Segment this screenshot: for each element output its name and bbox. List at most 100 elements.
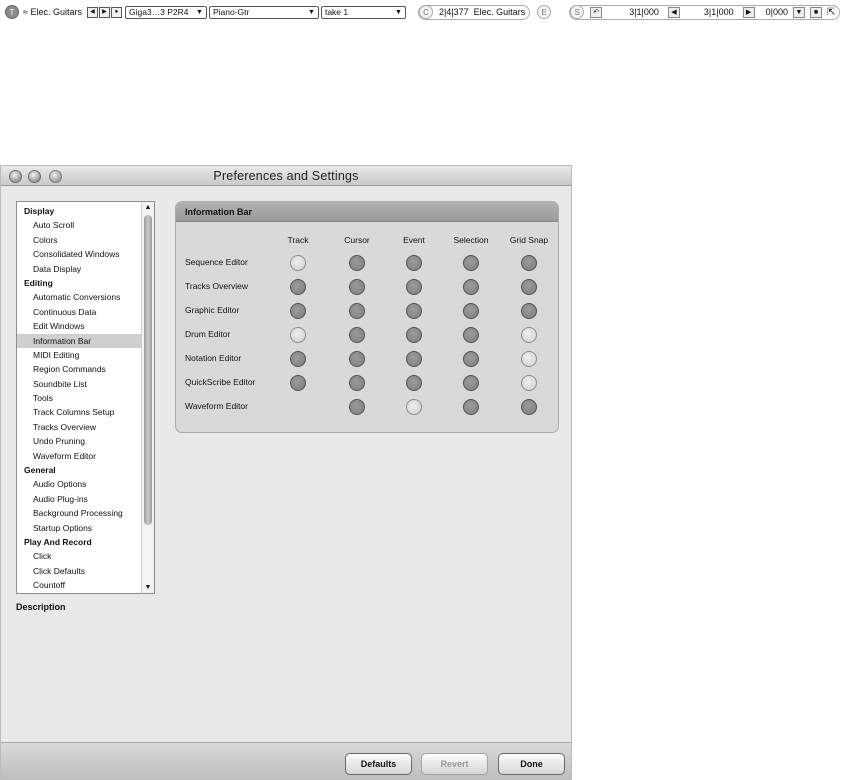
toggle-radio-button[interactable] [463, 255, 479, 271]
toggle-radio-button[interactable] [349, 303, 365, 319]
toggle-radio-button[interactable] [463, 303, 479, 319]
toggle-radio-button[interactable] [349, 327, 365, 343]
category-item[interactable]: Edit Windows [17, 319, 141, 333]
edit-section-button[interactable]: E [537, 5, 552, 19]
row-label: Waveform Editor [185, 401, 248, 411]
category-item[interactable]: Waveform Editor [17, 449, 141, 463]
done-button[interactable]: Done [498, 753, 565, 775]
category-item[interactable]: Information Bar [17, 333, 141, 348]
selection-length: 0|000 [765, 7, 788, 17]
toggle-radio-button[interactable] [521, 255, 537, 271]
track-section-button[interactable]: T [5, 5, 19, 19]
toggle-radio-button[interactable] [406, 351, 422, 367]
panel-title: Information Bar [176, 202, 558, 222]
category-item[interactable]: Audio Options [17, 477, 141, 491]
category-item[interactable]: Countoff [17, 578, 141, 592]
row-label: Sequence Editor [185, 257, 248, 267]
revert-button[interactable]: Revert [421, 753, 488, 775]
category-item[interactable]: Region Commands [17, 362, 141, 376]
toggle-radio-button[interactable] [406, 279, 422, 295]
arrow-left-icon[interactable]: ◀ [667, 6, 680, 18]
category-item[interactable]: Audio Plug-ins [17, 492, 141, 506]
category-item[interactable]: Data Display [17, 262, 141, 276]
category-item[interactable]: MIDI Editing [17, 348, 141, 362]
row-label: QuickScribe Editor [185, 377, 256, 387]
category-item[interactable]: Undo Pruning [17, 434, 141, 448]
row-label: Notation Editor [185, 353, 242, 363]
toggle-radio-button[interactable] [406, 327, 422, 343]
toggle-radio-button[interactable] [349, 255, 365, 271]
cursor-section-button[interactable]: C [418, 5, 433, 19]
toggle-radio-button[interactable] [521, 399, 537, 415]
toggle-radio-button[interactable] [349, 399, 365, 415]
toggle-radio-button[interactable] [521, 327, 537, 343]
category-item[interactable]: Track Columns Setup [17, 405, 141, 419]
category-item[interactable]: Colors [17, 233, 141, 247]
category-item[interactable]: Click [17, 549, 141, 563]
category-item[interactable]: Automatic Conversions [17, 290, 141, 304]
toggle-radio-button[interactable] [521, 279, 537, 295]
patch-value: Giga3…3 P2R4 [128, 7, 189, 17]
undo-selection-icon[interactable]: ↶ [590, 6, 603, 18]
category-item[interactable]: Click Defaults [17, 564, 141, 578]
toggle-radio-button[interactable] [349, 279, 365, 295]
toggle-radio-button[interactable] [349, 351, 365, 367]
toggle-radio-button[interactable] [521, 351, 537, 367]
toggle-radio-button[interactable] [406, 255, 422, 271]
selection-section: S ↶ 3|1|000 ◀ 3|1|000 ▶ 0|000 ▼ ■ ⇱ [569, 4, 841, 20]
toggle-radio-button[interactable] [463, 375, 479, 391]
row-label: Graphic Editor [185, 305, 240, 315]
chevron-down-icon[interactable]: ▼ [792, 6, 805, 18]
category-item[interactable]: Background Processing [17, 506, 141, 520]
category-item[interactable]: Continuous Data [17, 305, 141, 319]
toggle-radio-button[interactable] [290, 303, 306, 319]
selection-section-button[interactable]: S [570, 5, 585, 19]
toggle-radio-button[interactable] [463, 327, 479, 343]
preferences-category-list[interactable]: Display Auto Scroll Colors Consolidated Win… [16, 201, 155, 594]
cursor-position: 2|4|377 [438, 7, 469, 17]
take-value: take 1 [324, 7, 349, 17]
category-item[interactable]: Soundbite List [17, 377, 141, 391]
selection-start: 3|1|000 [629, 7, 659, 17]
column-header: Grid Snap [509, 235, 549, 245]
category-item[interactable]: Tracks Overview [17, 420, 141, 434]
scrollbar-thumb[interactable] [144, 215, 152, 525]
toggle-radio-button[interactable] [521, 303, 537, 319]
record-enable-button[interactable]: ● [110, 6, 122, 18]
toggle-radio-button[interactable] [290, 255, 306, 271]
category-item[interactable]: Startup Options [17, 521, 141, 535]
toggle-radio-button[interactable] [290, 279, 306, 295]
play-enable-button[interactable]: ▶ [98, 6, 110, 18]
pointer-tool-icon[interactable]: ⇱ [827, 7, 835, 18]
toggle-radio-button[interactable] [463, 399, 479, 415]
record-icon: ● [114, 9, 119, 15]
grid-snap-icon[interactable]: ■ [809, 6, 822, 18]
category-item[interactable]: Tools [17, 391, 141, 405]
category-list-scrollbar[interactable]: ▲ ▼ [141, 202, 154, 593]
window-button-bar: Defaults Revert Done [1, 742, 571, 780]
toggle-radio-button[interactable] [521, 375, 537, 391]
take-select[interactable]: take 1 ▼ [320, 5, 406, 19]
category-header: Display [24, 206, 55, 216]
scroll-down-icon[interactable]: ▼ [142, 582, 154, 593]
toggle-radio-button[interactable] [406, 303, 422, 319]
category-header: Editing [24, 277, 53, 288]
mute-button[interactable]: ◀ [86, 6, 98, 18]
toggle-radio-button[interactable] [290, 327, 306, 343]
toggle-radio-button[interactable] [406, 375, 422, 391]
toggle-radio-button[interactable] [349, 375, 365, 391]
toggle-radio-button[interactable] [406, 399, 422, 415]
scroll-up-icon[interactable]: ▲ [142, 202, 154, 213]
arrow-right-icon[interactable]: ▶ [742, 6, 755, 18]
category-item[interactable]: Auto Scroll [17, 218, 141, 232]
category-item[interactable]: Consolidated Windows [17, 247, 141, 261]
toggle-radio-button[interactable] [463, 279, 479, 295]
patch-select[interactable]: Giga3…3 P2R4 ▼ [124, 5, 207, 19]
instrument-select[interactable]: Piano-Gtr ▼ [208, 5, 319, 19]
category-list-items: Display Auto Scroll Colors Consolidated Win… [17, 204, 141, 593]
toggle-radio-button[interactable] [290, 351, 306, 367]
information-bar: T ≈ Elec. Guitars ◀ ▶ ● Giga3…3 P2R4 ▼ Pi… [0, 0, 865, 24]
toggle-radio-button[interactable] [290, 375, 306, 391]
defaults-button[interactable]: Defaults [345, 753, 412, 775]
toggle-radio-button[interactable] [463, 351, 479, 367]
